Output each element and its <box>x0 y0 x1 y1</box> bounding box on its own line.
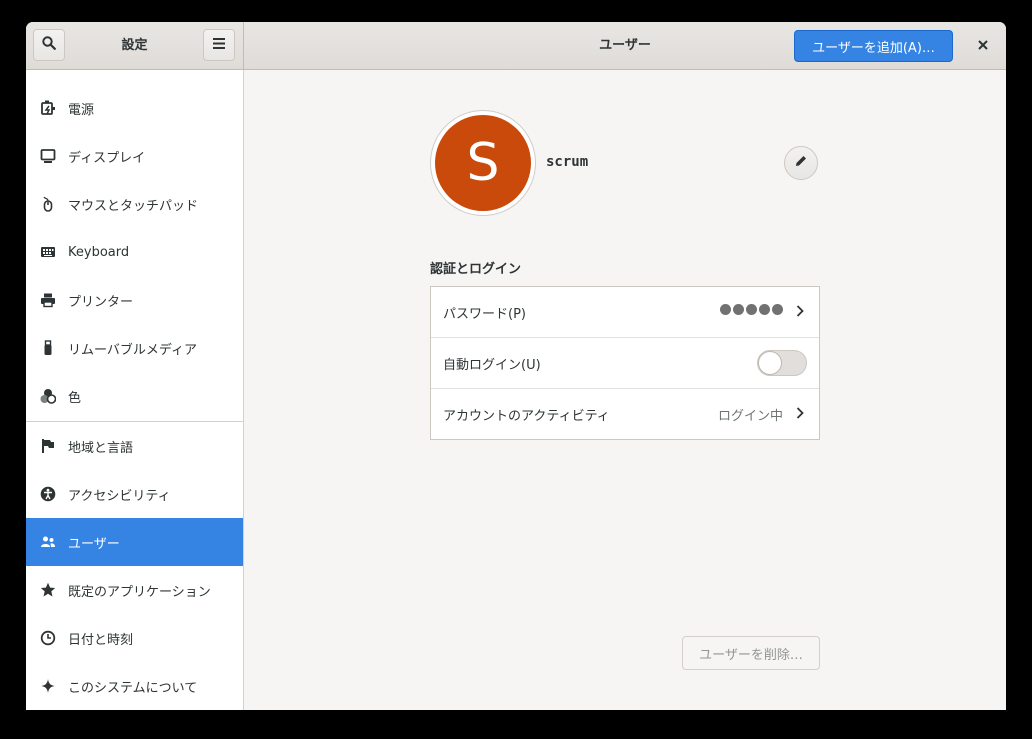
add-user-button[interactable]: ユーザーを追加(A)… <box>794 30 953 62</box>
sidebar-item-display[interactable]: ディスプレイ <box>26 132 243 180</box>
sidebar-item-label: プリンター <box>68 294 134 310</box>
sidebar-item-label: 日付と時刻 <box>68 632 134 648</box>
remove-user-button[interactable]: ユーザーを削除… <box>682 636 820 670</box>
sidebar-item-label: 電源 <box>68 102 95 118</box>
sidebar-header: 設定 <box>26 22 244 69</box>
sidebar-item-removable-media[interactable]: リムーバブルメディア <box>26 324 243 372</box>
sidebar-item-label: 地域と言語 <box>68 440 134 456</box>
section-title-auth: 認証とログイン <box>430 262 522 277</box>
printer-icon <box>40 292 56 308</box>
star-icon <box>40 582 56 598</box>
activity-value: ログイン中 <box>717 408 783 424</box>
sidebar-item-keyboard[interactable]: Keyboard <box>26 228 243 276</box>
sidebar-item-label: Keyboard <box>68 244 130 260</box>
sidebar-item-label: マウスとタッチパッド <box>68 198 199 214</box>
sidebar-item-power[interactable]: 電源 <box>26 84 243 132</box>
close-icon <box>978 39 988 54</box>
search-icon <box>42 36 56 54</box>
avatar-button[interactable]: S <box>430 110 536 216</box>
account-activity-row[interactable]: アカウントのアクティビティ ログイン中 <box>431 389 819 439</box>
edit-name-button[interactable] <box>784 146 818 180</box>
sidebar-item-mouse[interactable]: マウスとタッチパッド <box>26 180 243 228</box>
display-icon <box>40 148 56 164</box>
sidebar-item-label: 既定のアプリケーション <box>68 584 211 600</box>
mouse-icon <box>40 196 56 212</box>
autologin-row: 自動ログイン(U) <box>431 338 819 388</box>
chevron-right-icon <box>796 305 804 317</box>
avatar: S <box>435 115 531 211</box>
pencil-icon <box>794 154 808 172</box>
keyboard-icon <box>40 244 56 260</box>
sidebar-item-default-apps[interactable]: 既定のアプリケーション <box>26 566 243 614</box>
sidebar-item-label: アクセシビリティ <box>68 488 171 504</box>
sidebar-item-label: リムーバブルメディア <box>68 342 197 358</box>
users-panel: S scrum 認証とログイン パスワード(P) 自動ログイン(U) アカウント… <box>244 70 1006 710</box>
sidebar-item-color[interactable]: 色 <box>26 372 243 420</box>
menu-button[interactable] <box>203 29 235 61</box>
auth-listbox: パスワード(P) 自動ログイン(U) アカウントのアクティビティ ログイン中 <box>430 286 820 440</box>
usb-icon <box>40 340 56 356</box>
users-icon <box>40 534 56 550</box>
close-button[interactable] <box>970 33 996 59</box>
hamburger-menu-icon <box>213 37 225 53</box>
password-dots <box>720 304 783 315</box>
sidebar-item-label: 色 <box>68 390 82 406</box>
sidebar-item-label: ユーザー <box>68 536 120 552</box>
sidebar-item-label: このシステムについて <box>68 680 198 696</box>
sidebar-item-users[interactable]: ユーザー <box>26 518 243 566</box>
sidebar-item-region-language[interactable]: 地域と言語 <box>26 422 243 470</box>
autologin-label: 自動ログイン(U) <box>443 357 541 373</box>
sidebar-item-accessibility[interactable]: アクセシビリティ <box>26 470 243 518</box>
sidebar-item-about[interactable]: このシステムについて <box>26 662 243 710</box>
switch-knob <box>758 351 782 375</box>
sidebar-item-label: ディスプレイ <box>68 150 146 166</box>
password-row[interactable]: パスワード(P) <box>431 287 819 337</box>
user-name: scrum <box>546 154 589 170</box>
clock-icon <box>40 630 56 646</box>
accessibility-icon <box>40 486 56 502</box>
search-button[interactable] <box>33 29 65 61</box>
sidebar-item-date-time[interactable]: 日付と時刻 <box>26 614 243 662</box>
autologin-switch[interactable] <box>757 350 807 376</box>
color-icon <box>40 388 56 404</box>
password-label: パスワード(P) <box>443 306 526 322</box>
sparkle-icon <box>40 678 56 694</box>
header-bar: 設定 ユーザー ユーザーを追加(A)… <box>26 22 1006 70</box>
activity-label: アカウントのアクティビティ <box>443 408 610 424</box>
power-icon <box>40 100 56 116</box>
settings-window: 設定 ユーザー ユーザーを追加(A)… 電源 ディスプレイ マウスとタッチパッド… <box>26 22 1006 710</box>
sidebar: 電源 ディスプレイ マウスとタッチパッド Keyboard プリンター リムーバ… <box>26 70 244 710</box>
sidebar-item-printer[interactable]: プリンター <box>26 276 243 324</box>
flag-icon <box>40 438 56 454</box>
chevron-right-icon <box>796 407 804 419</box>
